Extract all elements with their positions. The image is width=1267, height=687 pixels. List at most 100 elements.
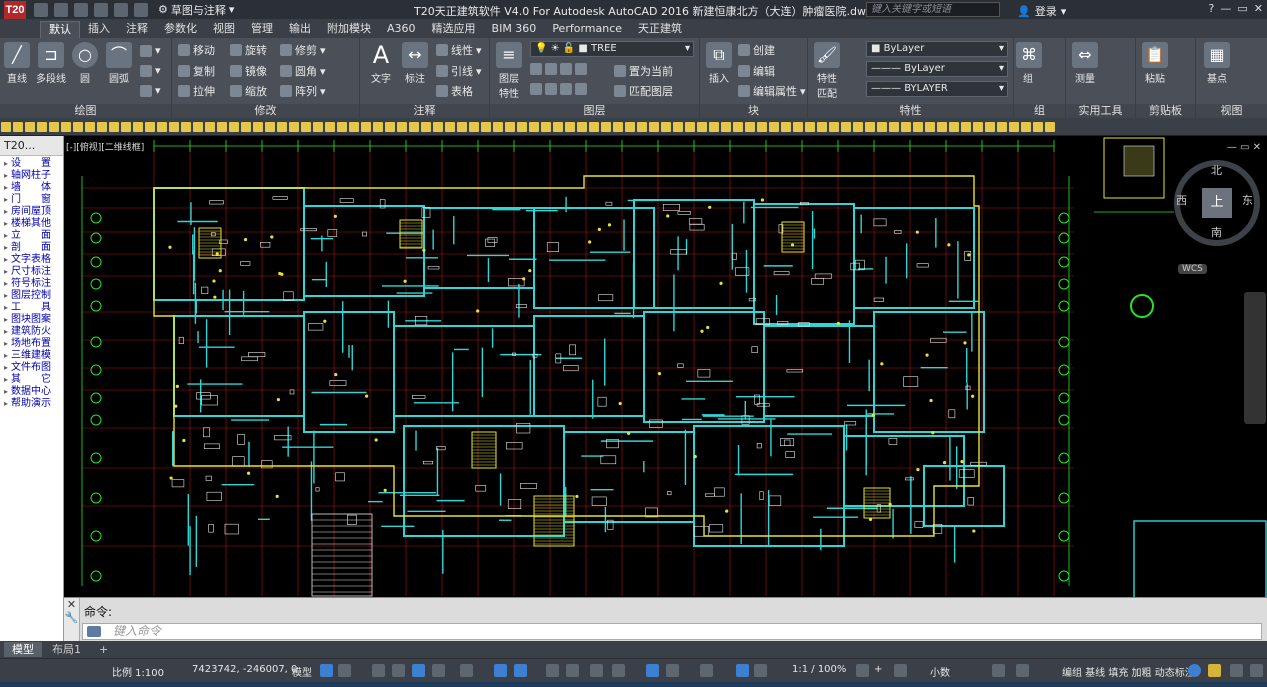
toolbar-tool-icon[interactable]: [745, 122, 755, 132]
new-file-icon[interactable]: [34, 2, 48, 17]
toolbar-tool-icon[interactable]: [397, 122, 407, 132]
toolbar-tool-icon[interactable]: [49, 122, 59, 132]
object-snap-tracking-icon[interactable]: [494, 664, 507, 677]
viewcube-south[interactable]: 南: [1211, 224, 1222, 240]
toolbar-tool-icon[interactable]: [733, 122, 743, 132]
toolbar-tool-icon[interactable]: [997, 122, 1007, 132]
copy-button[interactable]: 复制: [178, 63, 215, 79]
tab-view[interactable]: 视图: [205, 21, 243, 38]
match-layer-button[interactable]: 匹配图层: [614, 83, 673, 99]
region-tool[interactable]: ▾: [140, 84, 161, 97]
measure-button[interactable]: ⇔ 测量: [1070, 42, 1100, 85]
toolbar-tool-icon[interactable]: [205, 122, 215, 132]
toolbar-tool-icon[interactable]: [661, 122, 671, 132]
toolbar-tool-icon[interactable]: [1009, 122, 1019, 132]
toolbar-tool-icon[interactable]: [709, 122, 719, 132]
toolbar-tool-icon[interactable]: [145, 122, 155, 132]
toolbar-tool-icon[interactable]: [841, 122, 851, 132]
rectangle-tool[interactable]: ▾: [140, 44, 161, 57]
tianzheng-status-toggles[interactable]: 编组 基线 填充 加粗 动态标注: [1062, 664, 1195, 679]
open-file-icon[interactable]: [54, 2, 68, 17]
linetype-dropdown[interactable]: ——— ByLayer ▾: [866, 61, 1008, 77]
make-current-button[interactable]: 置为当前: [614, 63, 673, 79]
hatch-tool[interactable]: ▾: [140, 64, 161, 77]
object-snap-icon[interactable]: [514, 664, 527, 677]
minimize-button[interactable]: —: [1220, 2, 1231, 15]
toolbar-tool-icon[interactable]: [133, 122, 143, 132]
customization-icon[interactable]: [1230, 664, 1243, 677]
toolbar-tool-icon[interactable]: [73, 122, 83, 132]
toolbar-tool-icon[interactable]: [1, 122, 11, 132]
toolbar-tool-icon[interactable]: [289, 122, 299, 132]
tab-addins[interactable]: 附加模块: [319, 21, 379, 38]
block-panel-title[interactable]: 块: [700, 104, 807, 118]
toolbar-tool-icon[interactable]: [865, 122, 875, 132]
toolbar-tool-icon[interactable]: [241, 122, 251, 132]
toolbar-tool-icon[interactable]: [949, 122, 959, 132]
palette-item-tools[interactable]: 工 具: [0, 302, 63, 314]
toolbar-tool-icon[interactable]: [757, 122, 767, 132]
isodraft-icon[interactable]: [460, 664, 473, 677]
palette-item-elevation[interactable]: 立 面: [0, 230, 63, 242]
fillet-button[interactable]: 圆角 ▾: [280, 63, 326, 79]
tab-performance[interactable]: Performance: [544, 21, 630, 38]
snap-icon[interactable]: [338, 664, 351, 677]
palette-item-doors-windows[interactable]: 门 窗: [0, 194, 63, 206]
circle-button[interactable]: ○ 圆: [72, 42, 98, 85]
toolbar-tool-icon[interactable]: [277, 122, 287, 132]
toolbar-tool-icon[interactable]: [889, 122, 899, 132]
toolbar-tool-icon[interactable]: [805, 122, 815, 132]
ortho-icon[interactable]: [412, 664, 425, 677]
palette-item-walls[interactable]: 墙 体: [0, 182, 63, 194]
toolbar-tool-icon[interactable]: [613, 122, 623, 132]
toolbar-tool-icon[interactable]: [625, 122, 635, 132]
viewcube-west[interactable]: 西: [1176, 192, 1187, 208]
trim-button[interactable]: 修剪 ▾: [280, 42, 326, 58]
toolbar-tool-icon[interactable]: [1033, 122, 1043, 132]
toolbar-tool-icon[interactable]: [1045, 122, 1055, 132]
dynamic-input-icon[interactable]: [392, 664, 405, 677]
redo-icon[interactable]: [134, 2, 148, 17]
toolbar-tool-icon[interactable]: [589, 122, 599, 132]
toolbar-tool-icon[interactable]: [505, 122, 515, 132]
toolbar-tool-icon[interactable]: [973, 122, 983, 132]
toolbar-tool-icon[interactable]: [793, 122, 803, 132]
rotate-button[interactable]: 旋转: [230, 42, 267, 58]
selection-cycling-icon[interactable]: [590, 664, 603, 677]
create-block-button[interactable]: 创建: [738, 42, 775, 58]
toolbar-tool-icon[interactable]: [913, 122, 923, 132]
tab-tianzheng[interactable]: 天正建筑: [630, 21, 690, 38]
toolbar-tool-icon[interactable]: [457, 122, 467, 132]
toolbar-tool-icon[interactable]: [829, 122, 839, 132]
transparency-icon[interactable]: [566, 664, 579, 677]
dimension-button[interactable]: ↔ 标注: [400, 42, 430, 85]
toolbar-tool-icon[interactable]: [553, 122, 563, 132]
palette-item-symbols[interactable]: 符号标注: [0, 278, 63, 290]
palette-item-layer-control[interactable]: 图层控制: [0, 290, 63, 302]
palette-item-site-layout[interactable]: 场地布置: [0, 338, 63, 350]
array-button[interactable]: 阵列 ▾: [280, 83, 326, 99]
palette-item-axis-columns[interactable]: 轴网柱子: [0, 170, 63, 182]
toolbar-tool-icon[interactable]: [781, 122, 791, 132]
hardware-acceleration-icon[interactable]: [1188, 664, 1201, 677]
print-icon[interactable]: [94, 2, 108, 17]
toolbar-tool-icon[interactable]: [565, 122, 575, 132]
annotation-scale[interactable]: 比例 1:100: [112, 664, 164, 679]
drawing-canvas[interactable]: [-][俯视][二维线框] — ▭ ✕ 上 北 南 东 西 WCS: [64, 136, 1267, 597]
toolbar-tool-icon[interactable]: [937, 122, 947, 132]
units-dropdown[interactable]: 小数: [930, 664, 950, 679]
toolbar-tool-icon[interactable]: [169, 122, 179, 132]
toolbar-tool-icon[interactable]: [817, 122, 827, 132]
match-properties-button[interactable]: 🖌 特性 匹配: [812, 42, 842, 100]
toolbar-tool-icon[interactable]: [433, 122, 443, 132]
navigation-bar[interactable]: [1244, 292, 1266, 424]
toolbar-tool-icon[interactable]: [361, 122, 371, 132]
layers-panel-title[interactable]: 图层: [490, 104, 699, 118]
palette-item-help[interactable]: 帮助演示: [0, 398, 63, 410]
toolbar-tool-icon[interactable]: [193, 122, 203, 132]
paste-button[interactable]: 📋 粘贴: [1140, 42, 1170, 85]
command-input[interactable]: 键入命令: [82, 623, 1262, 640]
groups-panel-title[interactable]: 组: [1014, 104, 1065, 118]
palette-item-stairs[interactable]: 楼梯其他: [0, 218, 63, 230]
draw-panel-title[interactable]: 绘图: [0, 104, 171, 118]
